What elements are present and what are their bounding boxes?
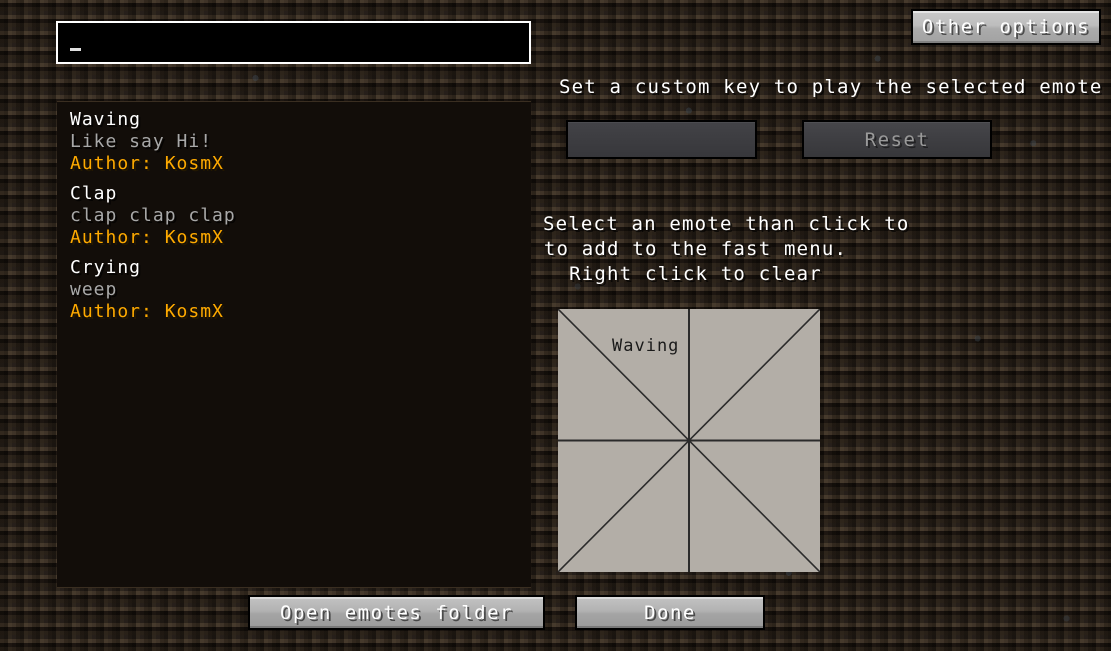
emote-list-item[interactable]: Clap clap clap clap Author: KosmX xyxy=(57,183,531,257)
fast-menu-hint-line: to add to the fast menu. xyxy=(543,238,848,260)
done-button[interactable]: Done xyxy=(575,595,765,630)
search-input[interactable] xyxy=(56,21,531,64)
keybind-capture-button[interactable] xyxy=(566,120,757,159)
emote-name: Crying xyxy=(70,257,142,278)
open-emotes-folder-button[interactable]: Open emotes folder xyxy=(248,595,545,630)
wheel-divider-lines xyxy=(558,309,820,572)
keybind-hint-label: Set a custom key to play the selected em… xyxy=(559,76,1103,98)
text-caret xyxy=(70,47,81,51)
emote-name: Waving xyxy=(70,109,142,130)
emote-list-item[interactable]: Waving Like say Hi! Author: KosmX xyxy=(57,109,531,183)
emote-description: clap clap clap xyxy=(70,205,236,226)
reset-keybind-button[interactable]: Reset xyxy=(802,120,992,159)
emote-author: Author: KosmX xyxy=(70,227,224,248)
fast-menu-hint: Select an emote than click to to add to t… xyxy=(543,212,910,287)
emote-author: Author: KosmX xyxy=(70,301,224,322)
emote-description: weep xyxy=(70,279,118,300)
emote-author: Author: KosmX xyxy=(70,153,224,174)
fast-menu-hint-line: Select an emote than click to xyxy=(543,213,910,235)
fast-menu-wheel[interactable]: Waving xyxy=(558,309,820,572)
emote-menu-screen: Other options Waving Like say Hi! Author: … xyxy=(0,0,1111,651)
emote-list[interactable]: Waving Like say Hi! Author: KosmX Clap clap … xyxy=(57,101,531,588)
other-options-button[interactable]: Other options xyxy=(911,9,1101,45)
emote-name: Clap xyxy=(70,183,118,204)
fast-menu-hint-line: Right click to clear xyxy=(569,263,822,285)
emote-description: Like say Hi! xyxy=(70,131,213,152)
wheel-slot-label-0: Waving xyxy=(612,336,680,356)
emote-list-item[interactable]: Crying weep Author: KosmX xyxy=(57,257,531,331)
